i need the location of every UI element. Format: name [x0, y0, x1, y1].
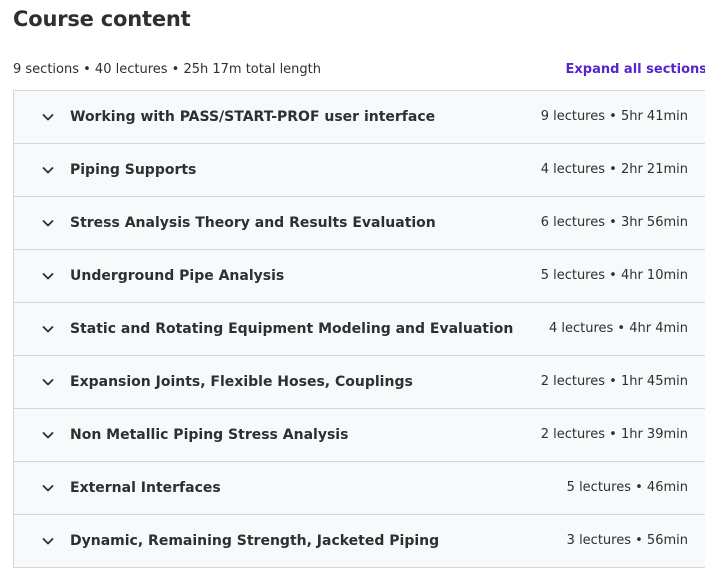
- section-info: 4 lectures • 2hr 21min: [540, 162, 688, 177]
- section-title: Static and Rotating Equipment Modeling a…: [70, 321, 514, 337]
- section-row[interactable]: Non Metallic Piping Stress Analysis 2 le…: [14, 409, 705, 462]
- course-meta-row: 9 sections • 40 lectures • 25h 17m total…: [13, 60, 705, 80]
- section-title: Underground Pipe Analysis: [70, 268, 285, 284]
- section-title: Working with PASS/START-PROF user interf…: [70, 109, 436, 125]
- section-title: Non Metallic Piping Stress Analysis: [70, 427, 349, 443]
- section-row[interactable]: Working with PASS/START-PROF user interf…: [14, 91, 705, 144]
- chevron-down-icon: [41, 375, 55, 389]
- section-row[interactable]: External Interfaces 5 lectures • 46min: [14, 462, 705, 515]
- section-info: 2 lectures • 1hr 39min: [540, 427, 688, 442]
- chevron-down-icon: [41, 110, 55, 124]
- section-row[interactable]: Piping Supports 4 lectures • 2hr 21min: [14, 144, 705, 197]
- chevron-down-icon: [41, 428, 55, 442]
- section-row[interactable]: Static and Rotating Equipment Modeling a…: [14, 303, 705, 356]
- expand-all-sections-button[interactable]: Expand all sections: [566, 60, 705, 80]
- chevron-down-icon: [41, 216, 55, 230]
- section-title: External Interfaces: [70, 480, 221, 496]
- section-row[interactable]: Underground Pipe Analysis 5 lectures • 4…: [14, 250, 705, 303]
- chevron-down-icon: [41, 534, 55, 548]
- page-title: Course content: [13, 7, 191, 31]
- section-row[interactable]: Dynamic, Remaining Strength, Jacketed Pi…: [14, 515, 705, 568]
- section-list: Working with PASS/START-PROF user interf…: [13, 90, 705, 568]
- course-summary: 9 sections • 40 lectures • 25h 17m total…: [13, 62, 322, 77]
- chevron-down-icon: [41, 322, 55, 336]
- section-row[interactable]: Expansion Joints, Flexible Hoses, Coupli…: [14, 356, 705, 409]
- section-title: Dynamic, Remaining Strength, Jacketed Pi…: [70, 533, 440, 549]
- section-info: 6 lectures • 3hr 56min: [540, 215, 688, 230]
- section-info: 3 lectures • 56min: [566, 533, 688, 548]
- section-title: Piping Supports: [70, 162, 197, 178]
- section-info: 5 lectures • 4hr 10min: [540, 268, 688, 283]
- chevron-down-icon: [41, 163, 55, 177]
- section-info: 2 lectures • 1hr 45min: [540, 374, 688, 389]
- section-row[interactable]: Stress Analysis Theory and Results Evalu…: [14, 197, 705, 250]
- section-title: Stress Analysis Theory and Results Evalu…: [70, 215, 436, 231]
- section-info: 9 lectures • 5hr 41min: [540, 109, 688, 124]
- section-title: Expansion Joints, Flexible Hoses, Coupli…: [70, 374, 413, 390]
- section-info: 5 lectures • 46min: [566, 480, 688, 495]
- chevron-down-icon: [41, 481, 55, 495]
- chevron-down-icon: [41, 269, 55, 283]
- section-info: 4 lectures • 4hr 4min: [548, 321, 688, 336]
- course-content-panel: Course content 9 sections • 40 lectures …: [0, 0, 705, 568]
